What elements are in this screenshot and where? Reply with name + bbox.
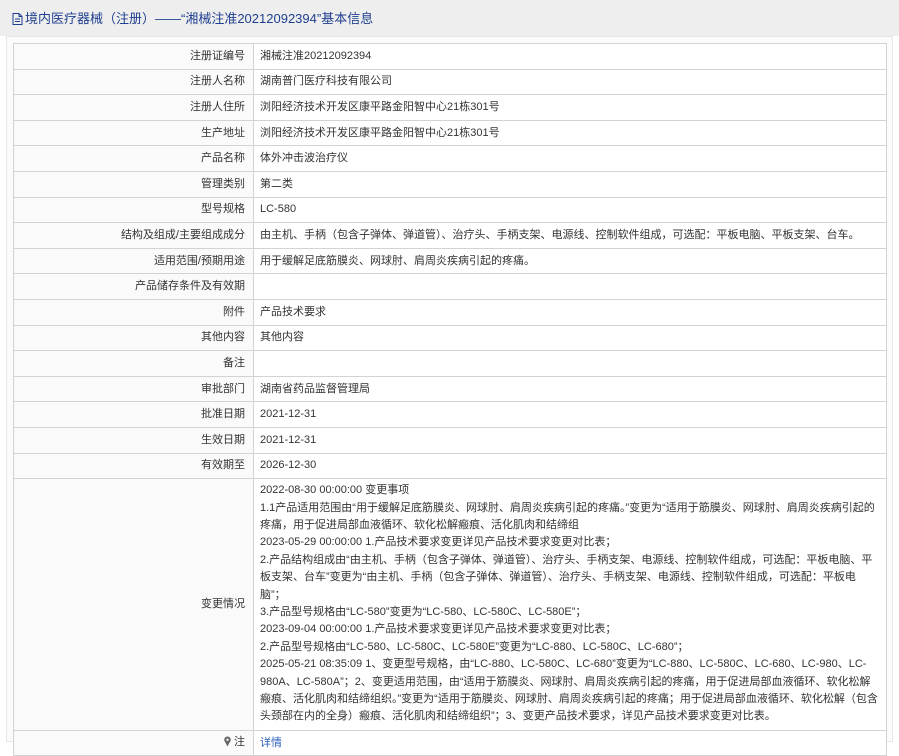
table-row: 结构及组成/主要组成成分 由主机、手柄（包含子弹体、弹道管）、治疗头、手柄支架、电… <box>13 222 887 249</box>
row-value: 体外冲击波治疗仪 <box>253 145 887 172</box>
change-line: 3.产品型号规格由“LC-580”变更为“LC-580、LC-580C、LC-5… <box>260 605 587 618</box>
row-value <box>253 273 887 300</box>
row-value: 浏阳经济技术开发区康平路金阳智中心21栋301号 <box>253 119 887 147</box>
table-row: 注册人住所 浏阳经济技术开发区康平路金阳智中心21栋301号 <box>13 94 887 121</box>
page-header: 境内医疗器械（注册）——“湘械注准20212092394”基本信息 <box>0 0 899 36</box>
row-value: 由主机、手柄（包含子弹体、弹道管）、治疗头、手柄支架、电源线、控制软件组成，可选… <box>253 222 887 249</box>
table-row: 附件 产品技术要求 <box>13 298 887 326</box>
row-label-changes: 变更情况 <box>13 478 254 731</box>
table-row: 产品储存条件及有效期 <box>13 273 887 300</box>
row-label: 产品名称 <box>13 145 254 172</box>
document-icon <box>12 13 23 28</box>
row-value: 浏阳经济技术开发区康平路金阳智中心21栋301号 <box>253 94 887 121</box>
row-label: 型号规格 <box>13 196 254 224</box>
row-value: 产品技术要求 <box>253 298 887 326</box>
row-label: 批准日期 <box>13 401 254 428</box>
table-row: 产品名称 体外冲击波治疗仪 <box>13 145 887 172</box>
row-label: 结构及组成/主要组成成分 <box>13 222 254 249</box>
table-row: 生产地址 浏阳经济技术开发区康平路金阳智中心21栋301号 <box>13 119 887 147</box>
table-row: 注册人名称 湖南普门医疗科技有限公司 <box>13 68 887 96</box>
table-row: 其他内容 其他内容 <box>13 324 887 352</box>
row-value: 2026-12-30 <box>253 452 887 480</box>
row-label: 审批部门 <box>13 375 254 403</box>
note-value: 详情 <box>253 729 887 756</box>
row-value: 2021-12-31 <box>253 426 887 454</box>
row-value: 用于缓解足底筋膜炎、网球肘、肩周炎疾病引起的疼痛。 <box>253 247 887 275</box>
table-row: 批准日期 2021-12-31 <box>13 401 887 428</box>
change-line: 1.1产品适用范围由“用于缓解足底筋膜炎、网球肘、肩周炎疾病引起的疼痛。”变更为… <box>260 501 875 531</box>
row-label: 生产地址 <box>13 119 254 147</box>
change-line: 2023-05-29 00:00:00 1.产品技术要求变更详见产品技术要求变更… <box>260 536 617 549</box>
change-line: 2025-05-21 08:35:09 1、变更型号规格，由“LC-880、LC… <box>260 658 878 723</box>
table-row: 适用范围/预期用途 用于缓解足底筋膜炎、网球肘、肩周炎疾病引起的疼痛。 <box>13 247 887 275</box>
change-line: 2023-09-04 00:00:00 1.产品技术要求变更详见产品技术要求变更… <box>260 623 617 636</box>
details-link[interactable]: 详情 <box>260 737 282 749</box>
row-label: 管理类别 <box>13 170 254 198</box>
row-value <box>253 350 887 377</box>
row-label: 其他内容 <box>13 324 254 352</box>
detail-panel: 注册证编号 湘械注准20212092394 注册人名称 湖南普门医疗科技有限公司 注册人… <box>6 36 893 756</box>
info-table: 注册证编号 湘械注准20212092394 注册人名称 湖南普门医疗科技有限公司 注册人… <box>13 43 887 756</box>
change-line: 2.产品结构组成由“由主机、手柄（包含子弹体、弹道管）、治疗头、手柄支架、电源线… <box>260 553 873 601</box>
row-value: 湘械注准20212092394 <box>253 43 887 70</box>
row-label: 注册证编号 <box>13 43 254 70</box>
table-row: 审批部门 湖南省药品监督管理局 <box>13 375 887 403</box>
row-value: LC-580 <box>253 196 887 224</box>
changes-content: 2022-08-30 00:00:00 变更事项 1.1产品适用范围由“用于缓解… <box>253 478 887 731</box>
table-row: 管理类别 第二类 <box>13 170 887 198</box>
note-label: 注 <box>234 735 245 748</box>
row-label: 注册人住所 <box>13 94 254 121</box>
row-label: 附件 <box>13 298 254 326</box>
page-title: 境内医疗器械（注册）——“湘械注准20212092394”基本信息 <box>25 11 374 26</box>
row-label: 注册人名称 <box>13 68 254 96</box>
table-row-note: 注 详情 <box>13 729 887 756</box>
table-row: 注册证编号 湘械注准20212092394 <box>13 43 887 70</box>
table-row: 有效期至 2026-12-30 <box>13 452 887 480</box>
table-row-changes: 变更情况 2022-08-30 00:00:00 变更事项 1.1产品适用范围由… <box>13 478 887 731</box>
table-row: 生效日期 2021-12-31 <box>13 426 887 454</box>
row-value: 第二类 <box>253 170 887 198</box>
row-value: 湖南省药品监督管理局 <box>253 375 887 403</box>
table-row: 型号规格 LC-580 <box>13 196 887 224</box>
change-line: 2.产品型号规格由“LC-580、LC-580C、LC-580E”变更为“LC-… <box>260 640 689 653</box>
row-label-note: 注 <box>13 729 254 756</box>
table-row: 备注 <box>13 350 887 377</box>
row-label: 有效期至 <box>13 452 254 480</box>
pin-icon <box>223 736 232 753</box>
row-label: 备注 <box>13 350 254 377</box>
row-label: 适用范围/预期用途 <box>13 247 254 275</box>
change-line: 2022-08-30 00:00:00 变更事项 <box>260 484 410 497</box>
row-value: 2021-12-31 <box>253 401 887 428</box>
row-value: 湖南普门医疗科技有限公司 <box>253 68 887 96</box>
row-label: 生效日期 <box>13 426 254 454</box>
row-value: 其他内容 <box>253 324 887 352</box>
row-label: 产品储存条件及有效期 <box>13 273 254 300</box>
